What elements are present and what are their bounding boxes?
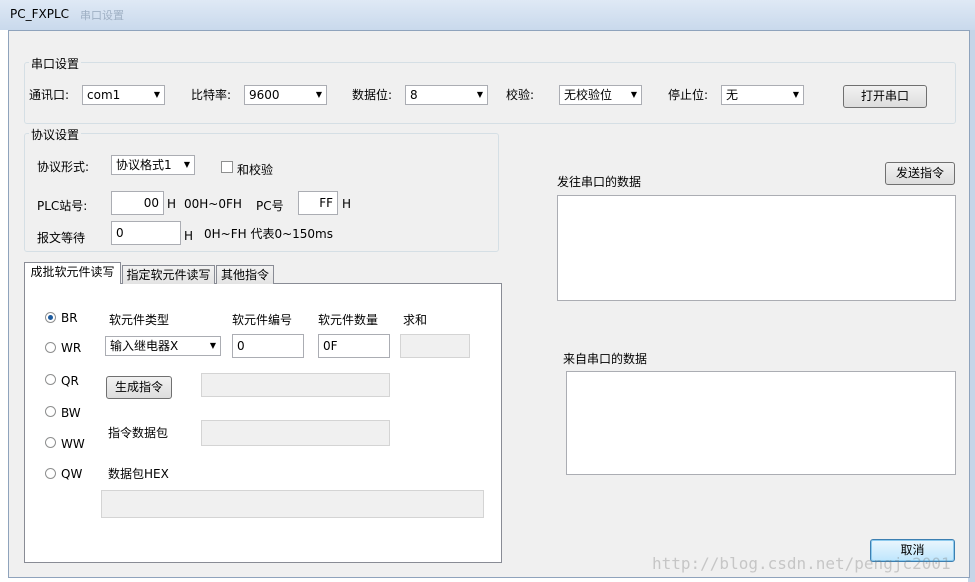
- databits-label: 数据位:: [352, 88, 393, 102]
- watermark: http://blog.csdn.net/pengjc2001: [652, 554, 951, 573]
- format-value: 协议格式1: [116, 158, 172, 172]
- stopbits-combo[interactable]: 无 ▼: [721, 85, 804, 105]
- chevron-down-icon: ▼: [183, 160, 190, 169]
- baud-value: 9600: [249, 88, 280, 102]
- serial-settings-label: 串口设置: [29, 55, 82, 72]
- wait-unit: H: [184, 229, 194, 243]
- port-value: com1: [87, 88, 121, 102]
- open-port-button[interactable]: 打开串口: [843, 85, 927, 108]
- station-range: 00H~0FH: [184, 197, 242, 211]
- recv-data-textarea[interactable]: [566, 371, 956, 475]
- baud-combo[interactable]: 9600 ▼: [244, 85, 327, 105]
- send-command-button[interactable]: 发送指令: [885, 162, 955, 185]
- format-label: 协议形式:: [37, 160, 90, 174]
- chevron-down-icon: ▼: [315, 90, 322, 99]
- radio-qr-label: QR: [61, 374, 79, 388]
- tab-batch[interactable]: 成批软元件读写: [24, 262, 121, 284]
- stopbits-value: 无: [726, 88, 739, 102]
- chevron-down-icon: ▼: [153, 90, 160, 99]
- type-header: 软元件类型: [109, 313, 170, 327]
- pc-unit: H: [342, 197, 352, 211]
- radio-bw-label: BW: [61, 406, 81, 420]
- protocol-settings-label: 协议设置: [29, 126, 82, 143]
- packet-label: 指令数据包: [108, 426, 169, 440]
- send-data-label: 发往串口的数据: [557, 175, 642, 189]
- radio-wr[interactable]: [45, 342, 56, 353]
- number-header: 软元件编号: [232, 313, 293, 327]
- wait-label: 报文等待: [37, 231, 86, 245]
- chevron-down-icon: ▼: [209, 341, 216, 350]
- pc-label: PC号: [256, 199, 284, 213]
- wait-range: 0H~FH 代表0~150ms: [204, 227, 333, 241]
- hex-output: [101, 490, 484, 518]
- parity-combo[interactable]: 无校验位 ▼: [559, 85, 642, 105]
- station-unit: H: [167, 197, 177, 211]
- radio-qw-label: QW: [61, 467, 83, 481]
- port-combo[interactable]: com1 ▼: [82, 85, 165, 105]
- checksum-checkbox[interactable]: [221, 161, 233, 173]
- generate-command-button[interactable]: 生成指令: [106, 376, 172, 399]
- station-label: PLC站号:: [37, 199, 88, 213]
- checksum-label: 和校验: [237, 163, 274, 177]
- radio-bw[interactable]: [45, 406, 56, 417]
- window-title: PC_FXPLC: [10, 7, 70, 21]
- hex-label: 数据包HEX: [108, 467, 169, 481]
- station-input[interactable]: 00: [111, 191, 164, 215]
- radio-br-label: BR: [61, 311, 78, 325]
- tab-specified[interactable]: 指定软元件读写: [122, 265, 215, 284]
- background-window-title: 串口设置: [80, 9, 124, 22]
- tab-other[interactable]: 其他指令: [216, 265, 274, 284]
- radio-qr[interactable]: [45, 374, 56, 385]
- count-header: 软元件数量: [318, 313, 379, 327]
- baud-label: 比特率:: [191, 88, 232, 102]
- recv-data-label: 来自串口的数据: [563, 352, 648, 366]
- format-combo[interactable]: 协议格式1 ▼: [111, 155, 195, 175]
- chevron-down-icon: ▼: [476, 90, 483, 99]
- databits-combo[interactable]: 8 ▼: [405, 85, 488, 105]
- wait-input[interactable]: 0: [111, 221, 181, 245]
- command-output: [201, 373, 390, 397]
- databits-value: 8: [410, 88, 418, 102]
- device-count-input[interactable]: 0F: [318, 334, 390, 358]
- radio-qw[interactable]: [45, 468, 56, 479]
- packet-output: [201, 420, 390, 446]
- chevron-down-icon: ▼: [792, 90, 799, 99]
- device-type-value: 输入继电器X: [110, 339, 179, 353]
- parity-value: 无校验位: [564, 88, 613, 102]
- parity-label: 校验:: [506, 88, 535, 102]
- pc-input[interactable]: FF: [298, 191, 338, 215]
- title-bar: PC_FXPLC 串口设置: [0, 0, 975, 30]
- chevron-down-icon: ▼: [630, 90, 637, 99]
- device-type-combo[interactable]: 输入继电器X ▼: [105, 336, 221, 356]
- sum-output: [400, 334, 470, 358]
- sum-header: 求和: [403, 313, 428, 327]
- radio-ww-label: WW: [61, 437, 85, 451]
- stopbits-label: 停止位:: [668, 88, 709, 102]
- device-number-input[interactable]: 0: [232, 334, 304, 358]
- radio-br[interactable]: [45, 312, 56, 323]
- radio-wr-label: WR: [61, 341, 82, 355]
- port-label: 通讯口:: [29, 88, 70, 102]
- radio-ww[interactable]: [45, 437, 56, 448]
- send-data-textarea[interactable]: [557, 195, 956, 301]
